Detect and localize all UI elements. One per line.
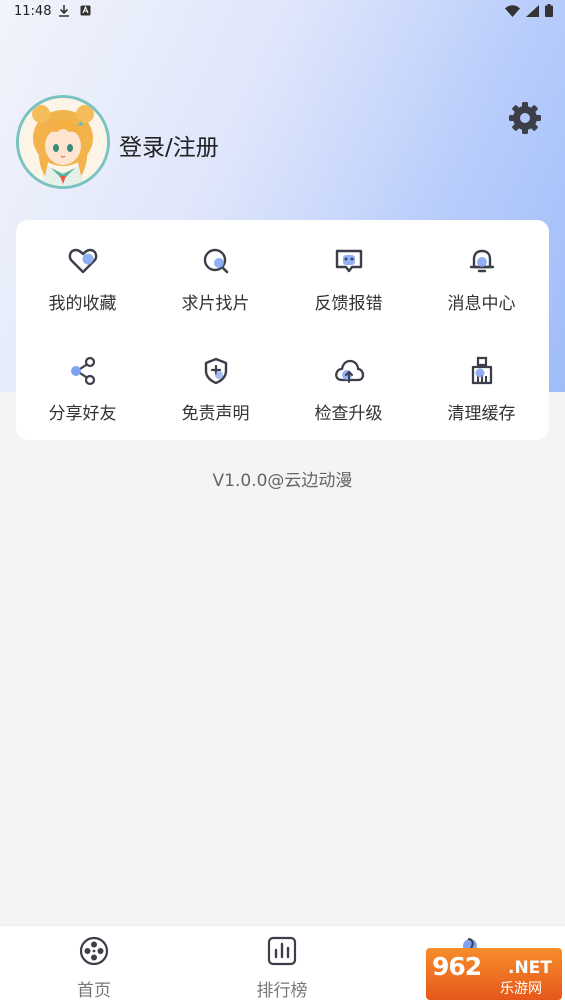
menu-item-favorites[interactable]: 我的收藏: [16, 220, 149, 330]
menu-item-update[interactable]: 检查升级: [282, 330, 415, 440]
version-text: V1.0.0@云边动漫: [212, 471, 353, 491]
watermark-number: 962: [432, 952, 482, 981]
heart-icon: [68, 248, 97, 274]
wifi-icon: [505, 4, 520, 17]
menu-item-feedback[interactable]: 反馈报错: [282, 220, 415, 330]
menu-label: 检查升级: [314, 404, 383, 424]
broom-icon: [471, 356, 492, 385]
avatar[interactable]: [16, 95, 110, 189]
tab-ranking[interactable]: 排行榜: [188, 926, 376, 1004]
tab-home[interactable]: 首页: [0, 926, 188, 1004]
menu-item-disclaimer[interactable]: 免责声明: [149, 330, 282, 440]
menu-label: 消息中心: [447, 294, 516, 314]
search-icon: [203, 248, 228, 274]
status-bar: 11:48: [0, 0, 565, 24]
tab-label: 排行榜: [256, 981, 308, 1001]
login-register-link[interactable]: 登录/注册: [119, 128, 219, 162]
cloud-upload-icon: [334, 359, 364, 383]
gear-icon[interactable]: [508, 101, 542, 135]
menu-item-request[interactable]: 求片找片: [149, 220, 282, 330]
status-time: 11:48: [14, 4, 52, 19]
watermark-net: .NET: [508, 958, 552, 978]
menu-item-clear-cache[interactable]: 清理缓存: [415, 330, 548, 440]
feature-menu-card: 我的收藏 求片找片 反馈报错 消息中心 分享好友 免责声明 检查升级 清理缓存: [16, 220, 549, 440]
film-reel-icon: [79, 936, 109, 966]
battery-icon: [545, 4, 553, 17]
signal-icon: [526, 4, 539, 17]
app-notification-icon: [80, 5, 91, 16]
menu-label: 免责声明: [181, 404, 250, 424]
shield-icon: [204, 357, 227, 385]
menu-item-share[interactable]: 分享好友: [16, 330, 149, 440]
menu-label: 反馈报错: [314, 294, 383, 314]
download-icon: [59, 5, 69, 17]
feedback-icon: [335, 249, 362, 273]
menu-label: 分享好友: [48, 404, 117, 424]
avatar-image: [19, 98, 107, 186]
chart-icon: [267, 936, 297, 966]
menu-label: 清理缓存: [447, 404, 516, 424]
watermark-site-name: 乐游网: [500, 981, 542, 997]
share-icon: [70, 356, 95, 386]
bell-icon: [469, 249, 494, 273]
site-watermark-logo: 962 .NET 乐游网: [426, 948, 562, 1000]
menu-label: 我的收藏: [48, 294, 117, 314]
tab-label: 首页: [77, 981, 111, 1001]
menu-label: 求片找片: [181, 294, 250, 314]
menu-item-messages[interactable]: 消息中心: [415, 220, 548, 330]
